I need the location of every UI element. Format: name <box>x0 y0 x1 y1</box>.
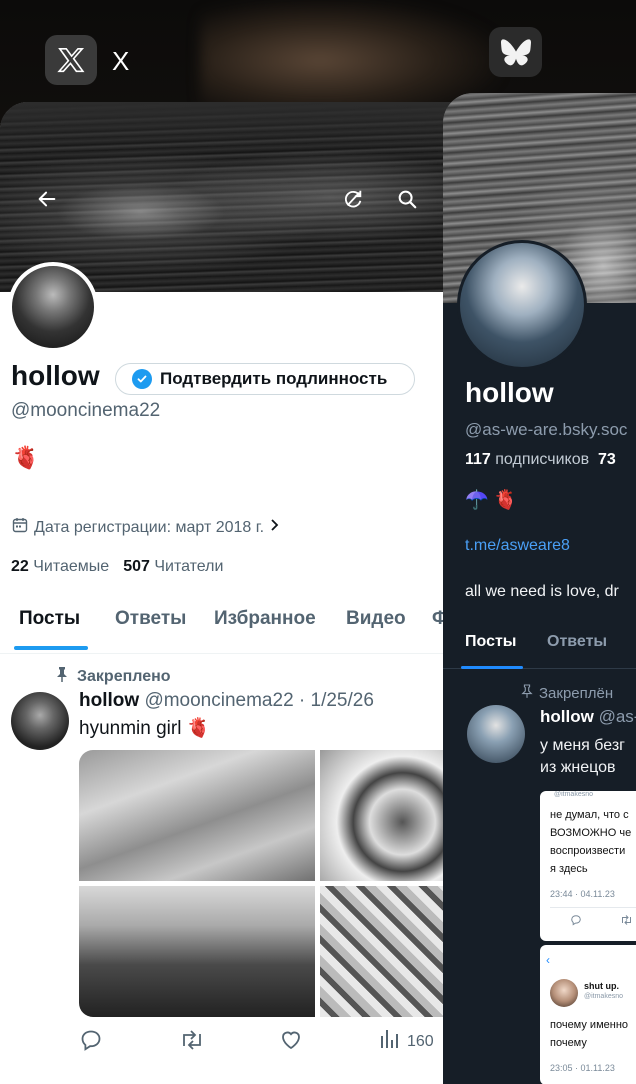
post-text-line: у меня безг <box>540 737 625 754</box>
profile-handle: @as-we-are.bsky.soc <box>465 420 628 439</box>
x-app-card[interactable]: hollow Подтвердить подлинность @mooncine… <box>0 102 470 1084</box>
shot-avatar <box>550 979 578 1007</box>
like-icon[interactable] <box>279 1028 303 1052</box>
search-icon[interactable] <box>390 182 424 216</box>
tab-replies[interactable]: Ответы <box>547 633 607 651</box>
back-chevron-icon: ‹ <box>546 953 550 967</box>
back-arrow-icon[interactable] <box>30 182 64 216</box>
shot-text-line: ВОЗМОЖНО че <box>550 827 632 839</box>
verify-label: Подтвердить подлинность <box>160 369 388 388</box>
pin-icon <box>521 684 533 702</box>
shot-text-line: не думал, что с <box>550 809 629 821</box>
followers-label: подписчиков <box>495 451 590 468</box>
x-app-label: X <box>112 46 130 76</box>
profile-bio: all we need is love, dr <box>465 583 619 600</box>
followers-count: 507 <box>123 558 150 575</box>
shot-text-line: почему <box>550 1037 587 1049</box>
following-link[interactable]: 22 Читаемые <box>11 558 109 576</box>
active-tab-indicator <box>14 646 88 650</box>
bluesky-app-card[interactable]: hollow @as-we-are.bsky.soc 117 подписчик… <box>443 93 636 1084</box>
following-label: Читаемые <box>33 558 110 575</box>
post-handle-date: @mooncinema22 · 1/25/26 <box>144 690 374 711</box>
verify-button[interactable]: Подтвердить подлинность <box>115 363 415 395</box>
shot-timestamp: 23:44 · 04.11.23 <box>550 889 615 899</box>
app-switcher: X hollow Подтвердить подлинность @moonci… <box>0 0 636 1084</box>
tab-posts[interactable]: Посты <box>465 633 516 651</box>
tab-posts[interactable]: Посты <box>19 608 80 630</box>
follow-stats: 22 Читаемые 507 Читатели <box>11 558 223 576</box>
views-icon <box>379 1028 401 1055</box>
shot-timestamp: 23:05 · 01.11.23 <box>550 1063 615 1073</box>
shot-handle: @itmakesno <box>554 791 594 798</box>
post-handle: @as- <box>598 707 636 726</box>
followers-link[interactable]: 507 Читатели <box>123 558 223 576</box>
reply-icon <box>570 913 582 931</box>
avatar[interactable] <box>457 240 587 370</box>
shot-text-line: почему именно <box>550 1019 629 1031</box>
post-avatar[interactable] <box>467 705 525 763</box>
follow-stats[interactable]: 117 подписчиков 73 <box>465 451 616 469</box>
bio-link[interactable]: t.me/asweare8 <box>465 537 570 555</box>
tab-highlights[interactable]: Избранное <box>214 608 316 630</box>
shot-display-name: shut up. <box>584 981 619 991</box>
pinned-label: Закреплено <box>55 666 171 687</box>
followers-label: Читатели <box>154 558 224 575</box>
join-date[interactable]: Дата регистрации: март 2018 г. <box>12 517 280 538</box>
post-header[interactable]: hollow @mooncinema22 · 1/25/26 <box>79 690 374 712</box>
post-header[interactable]: hollow @as- <box>540 707 636 727</box>
views-count: 160 <box>407 1032 434 1050</box>
profile-name: hollow <box>465 377 554 408</box>
refresh-icon[interactable] <box>336 182 370 216</box>
post-text-line: из жнецов <box>540 759 616 776</box>
following-count: 22 <box>11 558 29 575</box>
butterfly-icon[interactable] <box>489 27 542 77</box>
repost-icon <box>620 913 633 931</box>
divider <box>550 907 636 908</box>
x-logo-icon[interactable] <box>45 35 97 85</box>
verified-check-icon <box>132 369 152 389</box>
profile-tabs: Посты Ответы <box>443 623 636 669</box>
profile-handle: @mooncinema22 <box>11 400 161 421</box>
avatar[interactable] <box>8 262 98 352</box>
profile-name: hollow <box>11 360 100 391</box>
calendar-icon <box>12 517 28 538</box>
join-date-label: Дата регистрации: март 2018 г. <box>34 518 265 536</box>
repost-icon[interactable] <box>179 1028 205 1052</box>
profile-tabs: Посты Ответы Избранное Видео Ф <box>0 602 470 654</box>
banner-shade <box>0 102 470 152</box>
pin-icon <box>55 666 69 687</box>
post-image[interactable] <box>79 886 315 1017</box>
post-author: hollow <box>540 707 594 726</box>
profile-bio: 🫀 <box>12 445 40 470</box>
shot-handle: @itmakesno <box>584 993 624 1000</box>
post-image[interactable] <box>79 750 315 881</box>
post-text: hyunmin girl 🫀 <box>79 718 211 739</box>
pinned-label: Закреплён <box>521 684 613 702</box>
tab-videos[interactable]: Видео <box>346 608 406 630</box>
post-avatar[interactable] <box>11 692 69 750</box>
post-image[interactable]: @itmakesno не думал, что с ВОЗМОЖНО че в… <box>540 791 636 941</box>
pinned-text: Закреплено <box>77 667 171 685</box>
post-image[interactable]: ‹ shut up. @itmakesno почему именно поче… <box>540 945 636 1084</box>
post-actions: 160 <box>79 1028 459 1058</box>
post-text: у меня безг из жнецов <box>540 735 625 779</box>
profile-bio-emojis: ☂️ 🫀 <box>465 490 518 511</box>
shot-text-line: воспроизвести <box>550 845 626 857</box>
post-author: hollow <box>79 690 140 711</box>
followers-count: 117 <box>465 451 491 468</box>
reply-icon[interactable] <box>79 1028 103 1052</box>
tab-replies[interactable]: Ответы <box>115 608 186 630</box>
pinned-text: Закреплён <box>539 684 614 702</box>
views-button[interactable]: 160 <box>379 1028 434 1055</box>
following-count: 73 <box>597 451 616 468</box>
chevron-right-icon <box>270 518 280 537</box>
active-tab-indicator <box>461 666 523 669</box>
shot-text-line: я здесь <box>550 863 588 875</box>
